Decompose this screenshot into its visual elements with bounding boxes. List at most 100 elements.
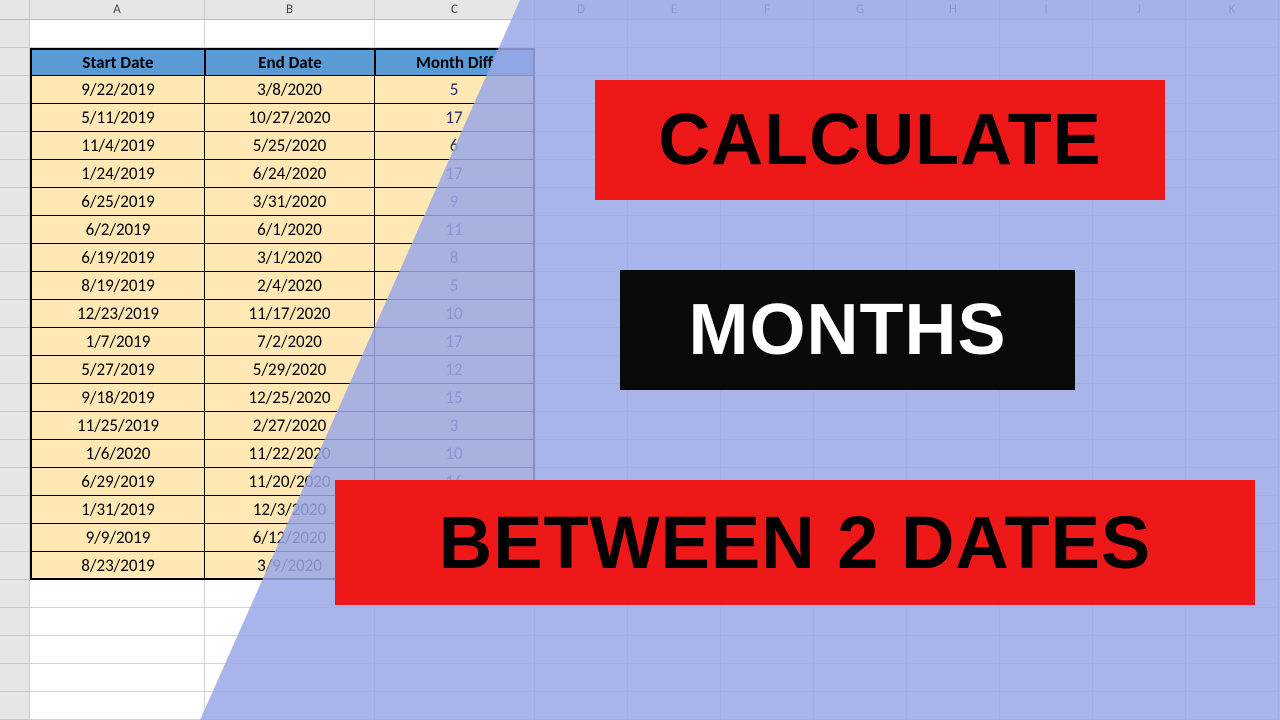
empty-cell[interactable] xyxy=(907,412,1000,440)
empty-cell[interactable] xyxy=(814,440,907,468)
cell-end-date[interactable]: 6/24/2020 xyxy=(205,160,375,188)
empty-cell[interactable] xyxy=(814,48,907,76)
empty-cell[interactable] xyxy=(721,692,814,720)
empty-cell[interactable] xyxy=(628,608,721,636)
empty-cell[interactable] xyxy=(535,440,628,468)
cell[interactable] xyxy=(375,664,535,692)
empty-cell[interactable] xyxy=(1186,48,1279,76)
empty-cell[interactable] xyxy=(535,244,628,272)
empty-cell[interactable] xyxy=(1186,328,1279,356)
empty-cell[interactable] xyxy=(535,20,628,48)
empty-cell[interactable] xyxy=(814,20,907,48)
empty-cell[interactable] xyxy=(1000,440,1093,468)
empty-cell[interactable] xyxy=(1000,244,1093,272)
empty-cell[interactable] xyxy=(535,48,628,76)
empty-cell[interactable] xyxy=(628,636,721,664)
cell[interactable] xyxy=(375,608,535,636)
empty-cell[interactable] xyxy=(535,328,628,356)
empty-cell[interactable] xyxy=(628,48,721,76)
empty-cell[interactable] xyxy=(1000,608,1093,636)
cell-month-diff[interactable]: 17 xyxy=(375,328,535,356)
empty-cell[interactable] xyxy=(721,412,814,440)
cell-end-date[interactable]: 11/17/2020 xyxy=(205,300,375,328)
row-header[interactable] xyxy=(0,692,30,720)
cell-end-date[interactable]: 11/22/2020 xyxy=(205,440,375,468)
col-header-D[interactable]: D xyxy=(535,0,628,19)
empty-cell[interactable] xyxy=(535,608,628,636)
cell-month-diff[interactable]: 8 xyxy=(375,244,535,272)
empty-cell[interactable] xyxy=(1186,104,1279,132)
col-header-H[interactable]: H xyxy=(907,0,1000,19)
cell-start-date[interactable]: 8/19/2019 xyxy=(30,272,205,300)
empty-cell[interactable] xyxy=(535,384,628,412)
empty-cell[interactable] xyxy=(535,272,628,300)
row-header[interactable] xyxy=(0,160,30,188)
empty-cell[interactable] xyxy=(628,20,721,48)
cell-start-date[interactable]: 1/31/2019 xyxy=(30,496,205,524)
empty-cell[interactable] xyxy=(535,692,628,720)
empty-cell[interactable] xyxy=(814,412,907,440)
empty-cell[interactable] xyxy=(907,664,1000,692)
cell[interactable] xyxy=(30,692,205,720)
empty-cell[interactable] xyxy=(721,48,814,76)
row-header[interactable] xyxy=(0,76,30,104)
cell[interactable] xyxy=(30,664,205,692)
row-header[interactable] xyxy=(0,244,30,272)
cell-month-diff[interactable]: 12 xyxy=(375,356,535,384)
empty-cell[interactable] xyxy=(1186,160,1279,188)
cell-month-diff[interactable]: 3 xyxy=(375,412,535,440)
empty-cell[interactable] xyxy=(1000,48,1093,76)
empty-cell[interactable] xyxy=(535,300,628,328)
empty-cell[interactable] xyxy=(628,216,721,244)
cell[interactable] xyxy=(30,20,205,48)
select-all-corner[interactable] xyxy=(0,0,30,19)
empty-cell[interactable] xyxy=(1186,76,1279,104)
empty-cell[interactable] xyxy=(1186,384,1279,412)
empty-cell[interactable] xyxy=(1186,188,1279,216)
cell-end-date[interactable]: 6/1/2020 xyxy=(205,216,375,244)
empty-cell[interactable] xyxy=(1186,664,1279,692)
empty-cell[interactable] xyxy=(721,216,814,244)
empty-cell[interactable] xyxy=(1093,412,1186,440)
empty-cell[interactable] xyxy=(628,664,721,692)
row-header[interactable] xyxy=(0,48,30,76)
cell-month-diff[interactable]: 17 xyxy=(375,160,535,188)
empty-cell[interactable] xyxy=(1093,664,1186,692)
col-header-G[interactable]: G xyxy=(814,0,907,19)
cell[interactable] xyxy=(205,664,375,692)
cell-month-diff[interactable]: 11 xyxy=(375,216,535,244)
cell-end-date[interactable]: 7/2/2020 xyxy=(205,328,375,356)
empty-cell[interactable] xyxy=(721,440,814,468)
cell-start-date[interactable]: 9/22/2019 xyxy=(30,76,205,104)
cell-start-date[interactable]: 1/24/2019 xyxy=(30,160,205,188)
row-header[interactable] xyxy=(0,300,30,328)
row-header[interactable] xyxy=(0,468,30,496)
header-end-date[interactable]: End Date xyxy=(205,48,375,76)
cell[interactable] xyxy=(375,636,535,664)
empty-cell[interactable] xyxy=(535,636,628,664)
col-header-A[interactable]: A xyxy=(30,0,205,19)
cell-end-date[interactable]: 3/8/2020 xyxy=(205,76,375,104)
row-header[interactable] xyxy=(0,608,30,636)
cell-end-date[interactable]: 5/25/2020 xyxy=(205,132,375,160)
cell-start-date[interactable]: 1/6/2020 xyxy=(30,440,205,468)
row-header[interactable] xyxy=(0,552,30,580)
empty-cell[interactable] xyxy=(814,636,907,664)
empty-cell[interactable] xyxy=(1186,20,1279,48)
cell-month-diff[interactable]: 17 xyxy=(375,104,535,132)
empty-cell[interactable] xyxy=(1093,300,1186,328)
empty-cell[interactable] xyxy=(907,216,1000,244)
col-header-E[interactable]: E xyxy=(628,0,721,19)
empty-cell[interactable] xyxy=(535,356,628,384)
cell-start-date[interactable]: 12/23/2019 xyxy=(30,300,205,328)
empty-cell[interactable] xyxy=(907,636,1000,664)
cell-start-date[interactable]: 6/19/2019 xyxy=(30,244,205,272)
empty-cell[interactable] xyxy=(721,608,814,636)
row-header[interactable] xyxy=(0,188,30,216)
cell-start-date[interactable]: 6/2/2019 xyxy=(30,216,205,244)
empty-cell[interactable] xyxy=(1186,356,1279,384)
empty-cell[interactable] xyxy=(1093,608,1186,636)
empty-cell[interactable] xyxy=(1093,244,1186,272)
col-header-I[interactable]: I xyxy=(1000,0,1093,19)
empty-cell[interactable] xyxy=(628,440,721,468)
